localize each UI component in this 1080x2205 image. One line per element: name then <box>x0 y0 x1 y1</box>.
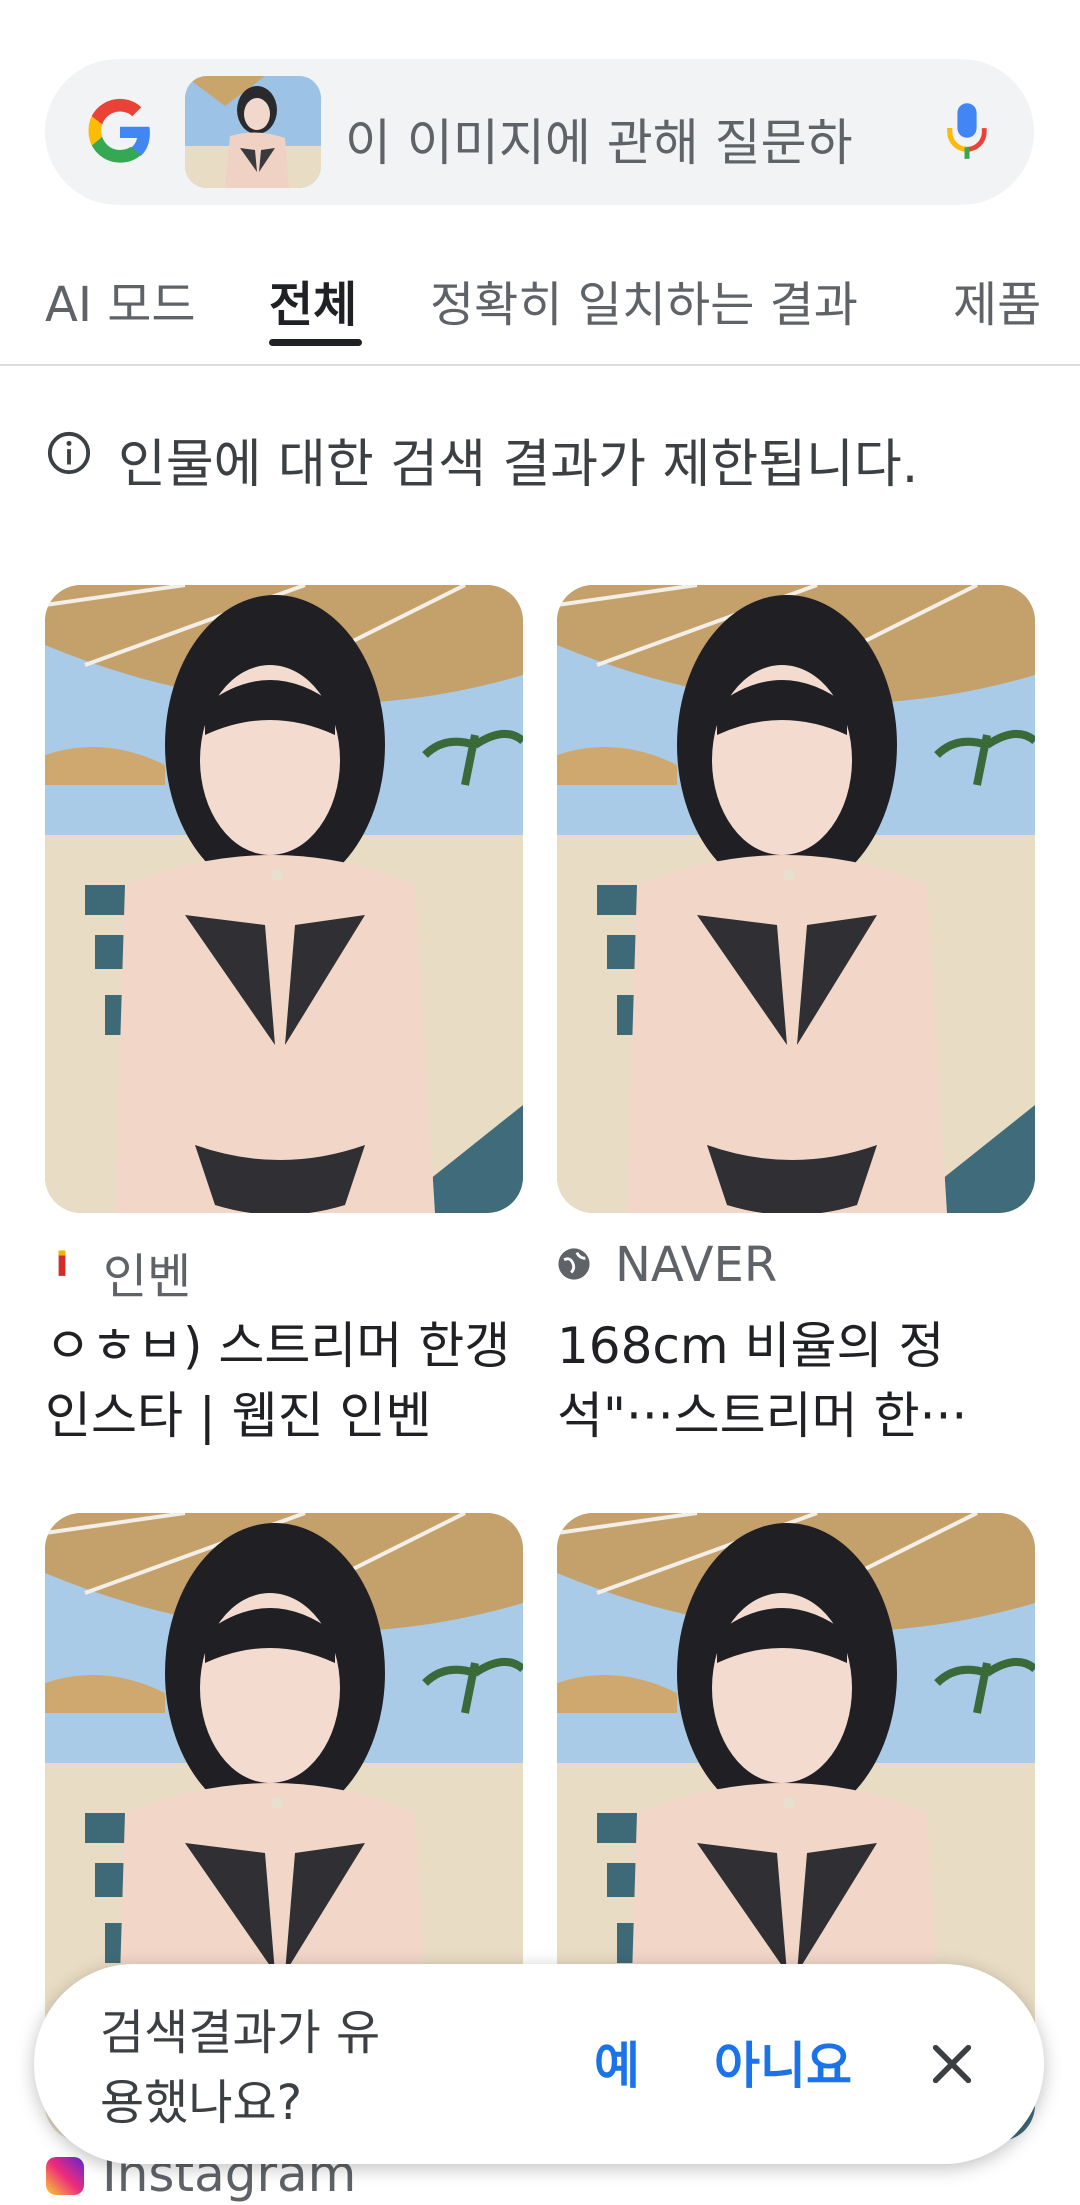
tab-exact-match[interactable]: 정확히 일치하는 결과 <box>430 265 858 335</box>
result-source: 인벤 <box>45 1227 523 1305</box>
feedback-prompt: 검색결과가 유용했나요? 예 아니요 <box>34 1964 1044 2164</box>
result-title[interactable]: ㅇㅎㅂ) 스트리머 한갱 인스타 | 웹진 인벤 <box>45 1311 523 1451</box>
result-card[interactable]: NAVER 168cm 비율의 정석"···스트리머 한··· <box>557 585 1035 1451</box>
search-input[interactable]: 이 이미지에 관해 질문하 <box>345 103 945 175</box>
close-icon[interactable] <box>924 2036 980 2092</box>
result-image[interactable] <box>45 585 523 1213</box>
feedback-yes-button[interactable]: 예 <box>594 2026 640 2098</box>
result-source: NAVER <box>557 1227 1035 1297</box>
tab-products[interactable]: 제품 <box>953 265 1041 335</box>
google-logo-icon[interactable] <box>85 97 155 167</box>
notice-text: 인물에 대한 검색 결과가 제한됩니다. <box>118 435 919 495</box>
divider <box>0 364 1080 366</box>
result-image[interactable] <box>557 585 1035 1213</box>
source-name: NAVER <box>615 1237 778 1293</box>
feedback-no-button[interactable]: 아니요 <box>714 2026 852 2098</box>
microphone-icon[interactable] <box>944 101 990 163</box>
tab-all[interactable]: 전체 <box>269 265 357 335</box>
globe-icon <box>558 1248 590 1280</box>
source-name: 인벤 <box>103 1249 192 1305</box>
inven-logo-icon <box>45 1247 79 1281</box>
result-title[interactable]: 168cm 비율의 정석"···스트리머 한··· <box>557 1311 1035 1451</box>
instagram-icon <box>46 2157 84 2195</box>
tab-bar: AI 모드 전체 정확히 일치하는 결과 제품 <box>0 255 1080 365</box>
result-card[interactable]: 인벤 ㅇㅎㅂ) 스트리머 한갱 인스타 | 웹진 인벤 <box>45 585 523 1451</box>
tab-ai-mode[interactable]: AI 모드 <box>45 265 196 335</box>
search-bar[interactable]: 이 이미지에 관해 질문하 <box>45 59 1034 205</box>
feedback-question: 검색결과가 유용했나요? <box>100 2005 381 2131</box>
query-image-thumbnail[interactable] <box>185 76 321 188</box>
active-tab-indicator <box>269 339 362 346</box>
info-icon <box>47 431 91 475</box>
